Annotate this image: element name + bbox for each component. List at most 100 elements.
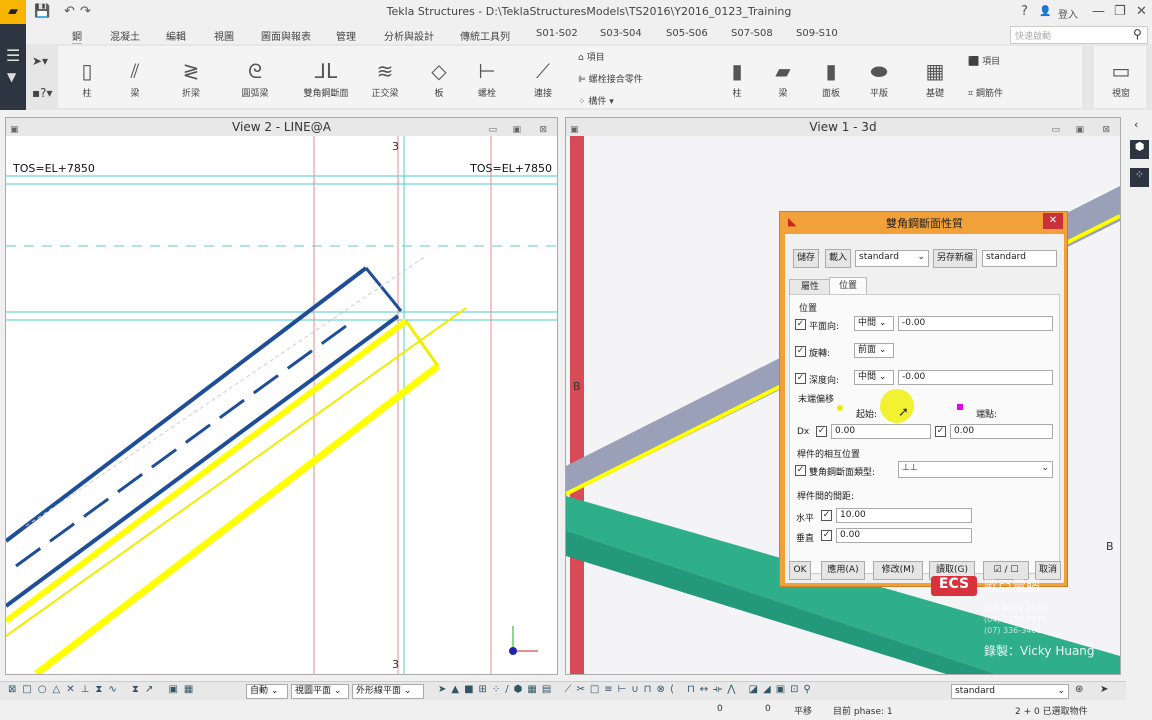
- filter-icon[interactable]: ⊛: [1075, 684, 1083, 695]
- bolt-button[interactable]: ⊢ 螺栓: [462, 56, 512, 99]
- dialog-close-button[interactable]: ✕: [1043, 213, 1063, 229]
- concrete-beam-button[interactable]: ▰ 梁: [758, 56, 808, 99]
- depth-checkbox[interactable]: ✓: [795, 373, 806, 384]
- tab-s09[interactable]: S09-S10: [796, 28, 838, 39]
- ok-button[interactable]: OK: [789, 561, 811, 580]
- preset-value: standard: [859, 252, 899, 262]
- value: 外形線平面: [356, 686, 402, 696]
- save-as-button[interactable]: 另存新檔: [933, 249, 977, 268]
- rotation-select[interactable]: 前面 ⌄: [854, 343, 894, 358]
- twin-profile-button[interactable]: ⅃L 雙角鋼斷面: [294, 56, 358, 99]
- properties-icon[interactable]: ⬢: [1130, 140, 1149, 159]
- dx-end-input[interactable]: 0.00: [950, 424, 1053, 439]
- login-button[interactable]: 登入: [1058, 6, 1078, 21]
- collapse-icon[interactable]: ‹: [1134, 118, 1138, 131]
- tab-s07[interactable]: S07-S08: [731, 28, 773, 39]
- select-icon[interactable]: ➤▾: [32, 54, 48, 68]
- value: standard: [955, 686, 995, 696]
- footing-button[interactable]: ▦ 基礎: [910, 56, 960, 99]
- snap-mode-select[interactable]: 自動 ⌄: [246, 684, 288, 699]
- orthogonal-beam-button[interactable]: ≋ 正交梁: [360, 56, 410, 99]
- tool-icons[interactable]: ➤▲■⊞⁘/⬢▦▤ ⟋✂□≡⊢∪⊓⊗⟨ ⊓↔⟛⋀ ◪◢▣⊡⚲: [438, 684, 816, 695]
- help-button[interactable]: ?: [1021, 4, 1028, 19]
- slab-button[interactable]: ⬬ 平版: [854, 56, 904, 99]
- tab-legacy[interactable]: 傳統工具列: [460, 28, 510, 43]
- value: ⊥⊥: [902, 463, 918, 473]
- curved-beam-button[interactable]: ᘓ 圓弧梁: [230, 56, 280, 99]
- menu-icon[interactable]: ☰: [6, 46, 20, 65]
- tab-view[interactable]: 視圖: [214, 28, 234, 43]
- apply-button[interactable]: 應用(A): [821, 561, 865, 580]
- tab-s01[interactable]: S01-S02: [536, 28, 578, 39]
- plane-select[interactable]: 視圖平面 ⌄: [291, 684, 349, 699]
- bolt-assembly-button[interactable]: ⊫ 螺栓接合零件: [578, 72, 643, 85]
- type-checkbox[interactable]: ✓: [795, 465, 806, 476]
- tab-analysis[interactable]: 分析與設計: [384, 28, 434, 43]
- plane-select[interactable]: 中間 ⌄: [854, 316, 894, 331]
- plane-checkbox[interactable]: ✓: [795, 319, 806, 330]
- section-label: 桿件的相互位置: [797, 450, 861, 460]
- concrete-column-button[interactable]: ▮ 柱: [712, 56, 762, 99]
- tab-drawings[interactable]: 圖面與報表: [261, 28, 311, 43]
- components-icon[interactable]: ⁘: [1130, 168, 1149, 187]
- plate-button[interactable]: ◇ 板: [414, 56, 464, 99]
- load-button[interactable]: 載入: [825, 249, 851, 268]
- component-button[interactable]: ⁘ 構件 ▾: [578, 94, 614, 107]
- tab-edit[interactable]: 編輯: [166, 28, 186, 43]
- view-2[interactable]: View 2 - LINE@A ▣ ▭ ▣ ⊠ TOS=EL+7850 TOS=…: [5, 117, 558, 675]
- close-button[interactable]: ✕: [1136, 4, 1147, 19]
- depth-select[interactable]: 中間 ⌄: [854, 370, 894, 385]
- steel-beam-button[interactable]: ⫽ 梁: [110, 56, 160, 99]
- concrete-item-button[interactable]: ⬛ 項目: [968, 54, 1000, 67]
- plane-offset-input[interactable]: -0.00: [898, 316, 1053, 331]
- label: 項目: [982, 57, 1001, 67]
- vertical-checkbox[interactable]: ✓: [821, 530, 832, 541]
- horizontal-checkbox[interactable]: ✓: [821, 510, 832, 521]
- tab-attributes[interactable]: 屬性: [789, 279, 831, 295]
- twin-type-select[interactable]: ⊥⊥ ⌄: [898, 461, 1053, 478]
- tab-steel[interactable]: 鋼: [72, 28, 82, 45]
- selection-filter-select[interactable]: standard ⌄: [951, 684, 1069, 699]
- dx-start-input[interactable]: 0.00: [831, 424, 931, 439]
- tab-s05[interactable]: S05-S06: [666, 28, 708, 39]
- tab-s03[interactable]: S03-S04: [600, 28, 642, 39]
- section-label: 末端偏移: [798, 395, 835, 405]
- search-icon[interactable]: ⚲: [1133, 27, 1142, 41]
- label: 正交梁: [371, 89, 399, 99]
- steel-item-button[interactable]: ⌂ 項目: [578, 50, 605, 63]
- slab-icon: ⬬: [870, 59, 888, 83]
- modify-button[interactable]: 修改(M): [873, 561, 923, 580]
- beam-icon: ⫽: [130, 59, 140, 83]
- save-as-name-input[interactable]: standard: [982, 250, 1057, 267]
- expand-icon[interactable]: ▼: [7, 70, 16, 84]
- rotation-checkbox[interactable]: ✓: [795, 346, 806, 357]
- watermark-brand: 歐亞電腦: [984, 579, 1040, 595]
- minimize-button[interactable]: —: [1092, 4, 1105, 19]
- vertical-spacing-input[interactable]: 0.00: [836, 528, 972, 543]
- dx-end-checkbox[interactable]: ✓: [935, 426, 946, 437]
- snap-icons[interactable]: ⊠□○△✕⊥⧗∿ ⧗↗ ▣▦: [8, 684, 199, 695]
- horizontal-spacing-input[interactable]: 10.00: [836, 508, 972, 523]
- preset-select[interactable]: standard ⌄: [855, 250, 929, 267]
- phone: (04) 2239-3476: [984, 615, 1047, 624]
- dx-start-checkbox[interactable]: ✓: [816, 426, 827, 437]
- steel-column-button[interactable]: ▯ 柱: [62, 56, 112, 99]
- save-button[interactable]: 儲存: [793, 249, 819, 268]
- depth-offset-input[interactable]: -0.00: [898, 370, 1053, 385]
- window-button[interactable]: ▭ 視窗: [1096, 56, 1146, 99]
- rebar-button[interactable]: ⌗ 鋼筋件: [968, 86, 1003, 99]
- restore-button[interactable]: ❐: [1114, 4, 1126, 19]
- tab-concrete[interactable]: 混凝土: [110, 28, 140, 43]
- label: 旋轉:: [809, 349, 831, 359]
- user-icon[interactable]: 👤: [1039, 6, 1051, 17]
- weld-button[interactable]: ⟋ 連接: [518, 56, 568, 99]
- select-switch-icon[interactable]: ➤: [1100, 684, 1108, 695]
- inquire-icon[interactable]: ▪?▾: [32, 86, 53, 100]
- polybeam-button[interactable]: ≷ 折梁: [166, 56, 216, 99]
- quick-launch-input[interactable]: 快速啟動: [1010, 26, 1148, 44]
- panel-button[interactable]: ▮ 面板: [806, 56, 856, 99]
- tab-manage[interactable]: 管理: [336, 28, 356, 43]
- tekla-logo-icon[interactable]: ▰: [0, 0, 26, 24]
- outline-plane-select[interactable]: 外形線平面 ⌄: [352, 684, 424, 699]
- tab-position[interactable]: 位置: [829, 277, 867, 295]
